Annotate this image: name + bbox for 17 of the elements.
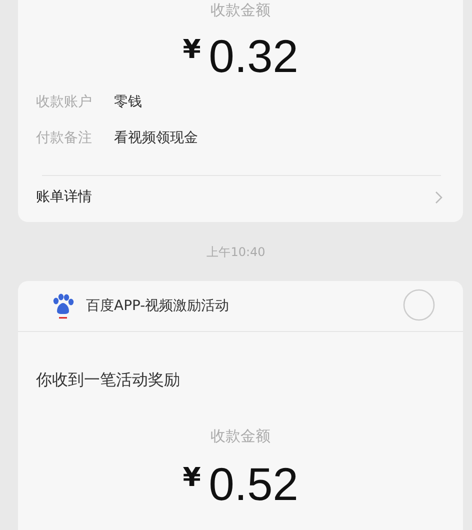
chevron-right-icon <box>435 190 443 204</box>
currency-symbol: ¥ <box>182 35 201 65</box>
detail-label: 收款账户 <box>36 93 92 111</box>
amount-label: 收款金额 <box>210 0 272 19</box>
amount-value: 0.32 <box>208 31 298 81</box>
paw-icon <box>52 293 74 319</box>
currency-symbol: ¥ <box>182 463 201 493</box>
detail-value: 看视频领现金 <box>114 129 198 147</box>
detail-label: 付款备注 <box>36 129 92 147</box>
timestamp: 上午10:40 <box>206 244 266 261</box>
bill-details-link[interactable]: 账单详情 <box>18 176 463 214</box>
detail-value: 零钱 <box>114 93 142 111</box>
sender-name: 百度APP-视频激励活动 <box>86 297 230 315</box>
circle-icon <box>403 289 435 321</box>
amount-value: 0.52 <box>208 459 298 509</box>
notice-message: 你收到一笔活动奖励 <box>35 369 181 391</box>
amount-label: 收款金额 <box>210 427 272 445</box>
